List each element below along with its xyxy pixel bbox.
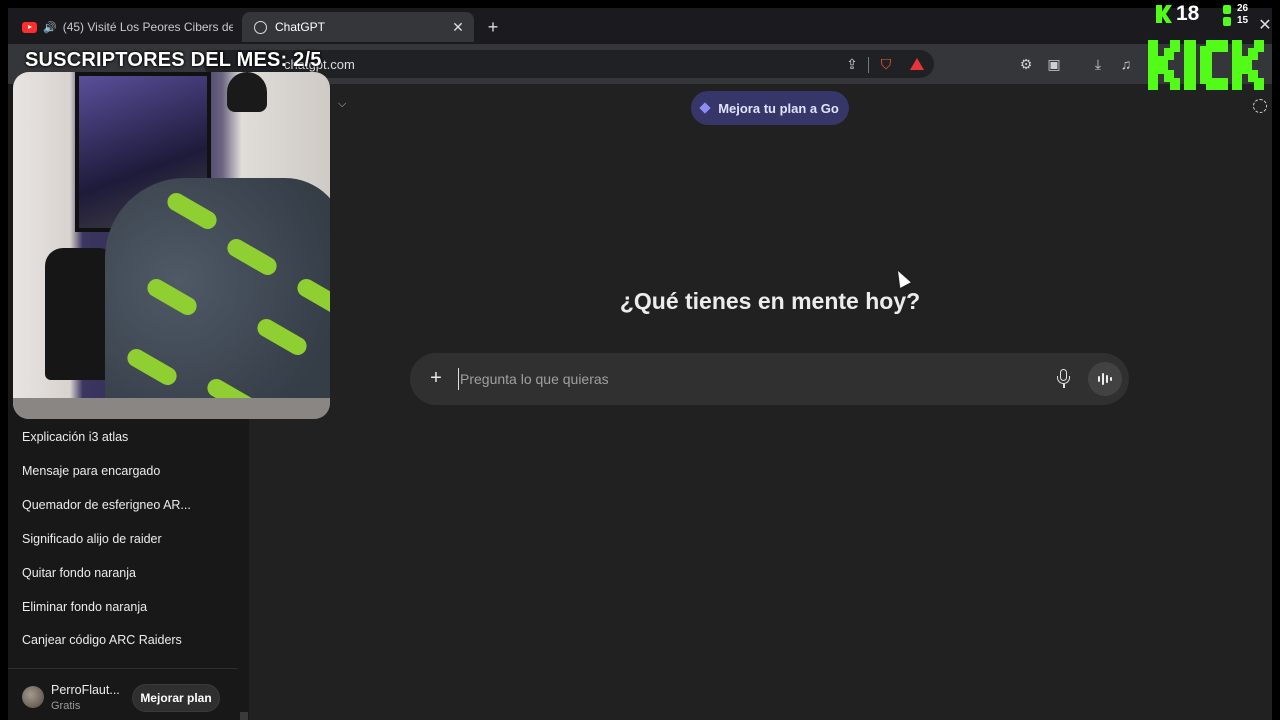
waveform-bar (1098, 376, 1100, 382)
prompt-input[interactable] (458, 368, 1038, 390)
diamond-icon (699, 102, 711, 114)
sidebar-divider (8, 668, 238, 669)
kick-stat-b: 15 (1237, 15, 1249, 26)
kick-icon (1156, 5, 1172, 23)
chatgpt-icon (254, 20, 267, 34)
media-icon[interactable]: ♫ (1116, 54, 1136, 74)
waveform-bar (1110, 377, 1112, 381)
hoodie-pattern (254, 315, 310, 359)
brave-rewards-icon[interactable] (910, 58, 924, 70)
kick-stat-a: 26 (1237, 3, 1249, 14)
tab-strip: 🔊 (45) Visité Los Peores Cibers de Améri… (8, 8, 1272, 44)
share-icon[interactable]: ⇪ (842, 54, 862, 74)
upgrade-plan-button[interactable]: Mejorar plan (132, 684, 220, 712)
youtube-icon (22, 21, 37, 33)
avatar[interactable] (22, 686, 44, 708)
tab-youtube[interactable]: 🔊 (45) Visité Los Peores Cibers de Améri… (14, 12, 242, 42)
new-tab-button[interactable]: + (480, 14, 506, 40)
speaker-icon[interactable]: 🔊 (43, 21, 57, 34)
brave-shields-icon[interactable]: ⛉ (876, 54, 896, 74)
sidebar-scrollbar[interactable] (240, 712, 248, 720)
subscribers-banner: SUSCRIPTORES DEL MES: 2/5 (25, 49, 322, 71)
viewer-count: 18 (1176, 2, 1200, 25)
webcam-overlay (13, 72, 330, 419)
close-window-icon[interactable]: ✕ (1255, 16, 1275, 36)
follower-icon (1223, 5, 1231, 14)
waveform-bar (1106, 375, 1108, 383)
sidebar-chat-item[interactable]: Significado alijo de raider (22, 532, 162, 546)
hoodie-pattern (294, 275, 330, 319)
hoodie-pattern (144, 275, 200, 319)
screenshot-icon[interactable]: ▣ (1044, 54, 1064, 74)
sidebar-chat-item[interactable]: Canjear código ARC Raiders (22, 633, 182, 647)
add-attachment-button[interactable]: + (424, 366, 448, 390)
hoodie-pattern (164, 189, 220, 233)
temporary-chat-icon[interactable] (1253, 99, 1267, 113)
kick-logo (1148, 40, 1264, 90)
sidebar-chat-item[interactable]: Explicación i3 atlas (22, 430, 128, 444)
webcam-cap (227, 72, 267, 112)
download-icon[interactable]: ⤓ (1088, 54, 1108, 74)
webcam-person (105, 178, 330, 419)
tab-youtube-title: (45) Visité Los Peores Cibers de América (62, 20, 233, 34)
mic-stand-shape (1057, 376, 1070, 384)
sidebar-chat-item[interactable]: Quemador de esferigneo AR... (22, 498, 191, 512)
chevron-down-icon[interactable]: ⌵ (338, 98, 346, 111)
mic-base-shape (1063, 384, 1065, 388)
hoodie-pattern (224, 235, 280, 279)
page-title: ¿Qué tienes en mente hoy? (619, 288, 921, 314)
sidebar-chat-item[interactable]: Mensaje para encargado (22, 464, 160, 478)
sidebar-chat-item[interactable]: Quitar fondo naranja (22, 566, 136, 580)
voice-mode-button[interactable] (1088, 362, 1122, 396)
user-plan: Gratis (51, 700, 81, 712)
upgrade-go-button[interactable]: Mejora tu plan a Go (691, 91, 849, 125)
microphone-icon[interactable] (1055, 367, 1073, 391)
kick-overlay: 18 26 15 (1148, 0, 1280, 92)
user-name[interactable]: PerroFlaut... (51, 683, 120, 697)
screen: 🔊 (45) Visité Los Peores Cibers de Améri… (0, 0, 1280, 720)
sidebar-chat-item[interactable]: Eliminar fondo naranja (22, 600, 147, 614)
hoodie-pattern (124, 345, 180, 389)
extensions-icon[interactable]: ⚙ (1016, 54, 1036, 74)
close-tab-icon[interactable]: ✕ (448, 19, 468, 36)
upgrade-go-label: Mejora tu plan a Go (718, 100, 839, 116)
composer: + (410, 353, 1129, 405)
waveform-bar (1102, 373, 1104, 385)
webcam-floor (13, 398, 330, 419)
toolbar-divider (868, 57, 869, 73)
sub-icon (1223, 17, 1231, 26)
tab-chatgpt-title: ChatGPT (275, 20, 326, 34)
tab-chatgpt[interactable]: ChatGPT ✕ (242, 12, 474, 42)
